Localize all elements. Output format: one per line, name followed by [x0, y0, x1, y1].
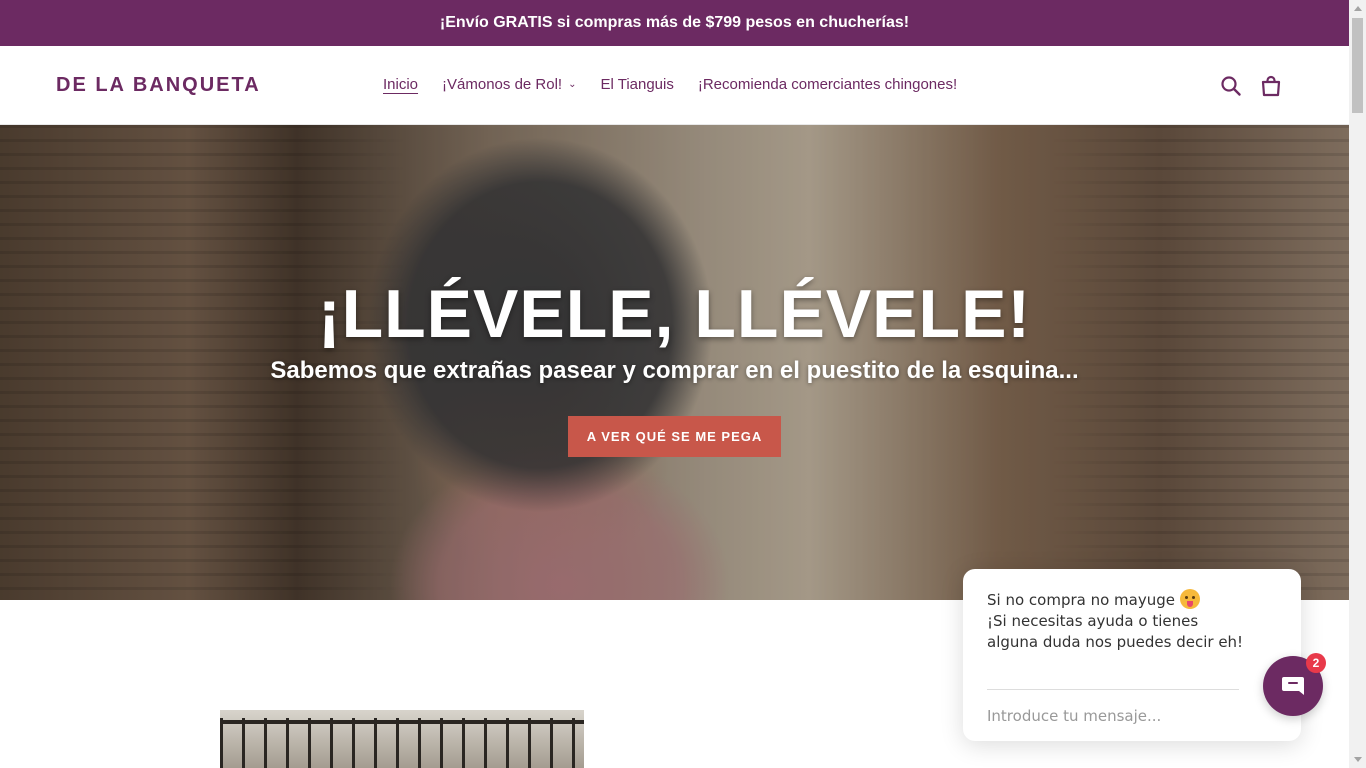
nav-item-label: Inicio	[383, 76, 419, 93]
search-icon[interactable]	[1219, 74, 1243, 98]
hero-cta-button[interactable]: A VER QUÉ SE ME PEGA	[568, 416, 781, 457]
nav-item-el-tianguis[interactable]: El Tianguis	[600, 76, 673, 93]
chat-message-line2: ¡Si necesitas ayuda o tienes alguna duda…	[987, 612, 1244, 651]
railing-posts	[220, 718, 584, 768]
chat-divider	[987, 689, 1239, 690]
nav-item-label: ¡Vámonos de Rol!	[442, 76, 563, 93]
nav-item-inicio[interactable]: Inicio	[383, 76, 418, 93]
page-scrollbar[interactable]	[1349, 0, 1366, 768]
nav-item-recomienda[interactable]: ¡Recomienda comerciantes chingones!	[698, 76, 957, 93]
featured-image	[220, 710, 584, 768]
nav-item-vamonos-de-rol[interactable]: ¡Vámonos de Rol! ⌄	[442, 76, 576, 93]
chat-bubble-icon	[1282, 677, 1304, 695]
hero-subtitle: Sabemos que extrañas pasear y comprar en…	[270, 357, 1079, 384]
chat-message-input[interactable]	[987, 704, 1247, 728]
site-header: DE LA BANQUETA Inicio ¡Vámonos de Rol! ⌄ …	[0, 46, 1349, 125]
hero-banner: ¡LLÉVELE, LLÉVELE! Sabemos que extrañas …	[0, 125, 1349, 600]
announcement-bar: ¡Envío GRATIS si compras más de $799 pes…	[0, 0, 1349, 46]
scroll-down-arrow-icon[interactable]	[1349, 751, 1366, 768]
hero-content: ¡LLÉVELE, LLÉVELE! Sabemos que extrañas …	[0, 125, 1349, 600]
nav-item-label: ¡Recomienda comerciantes chingones!	[697, 76, 958, 93]
announcement-text: ¡Envío GRATIS si compras más de $799 pes…	[439, 14, 910, 31]
hero-title: ¡LLÉVELE, LLÉVELE!	[317, 276, 1032, 352]
main-nav: Inicio ¡Vámonos de Rol! ⌄ El Tianguis ¡Re…	[383, 76, 981, 93]
chat-unread-badge: 2	[1306, 653, 1326, 673]
chevron-down-icon: ⌄	[568, 79, 577, 90]
nav-item-label: El Tianguis	[600, 76, 674, 93]
scroll-up-arrow-icon[interactable]	[1349, 0, 1366, 17]
cart-icon[interactable]	[1259, 74, 1283, 98]
scrollbar-thumb[interactable]	[1352, 18, 1363, 113]
site-logo[interactable]: DE LA BANQUETA	[56, 74, 261, 97]
